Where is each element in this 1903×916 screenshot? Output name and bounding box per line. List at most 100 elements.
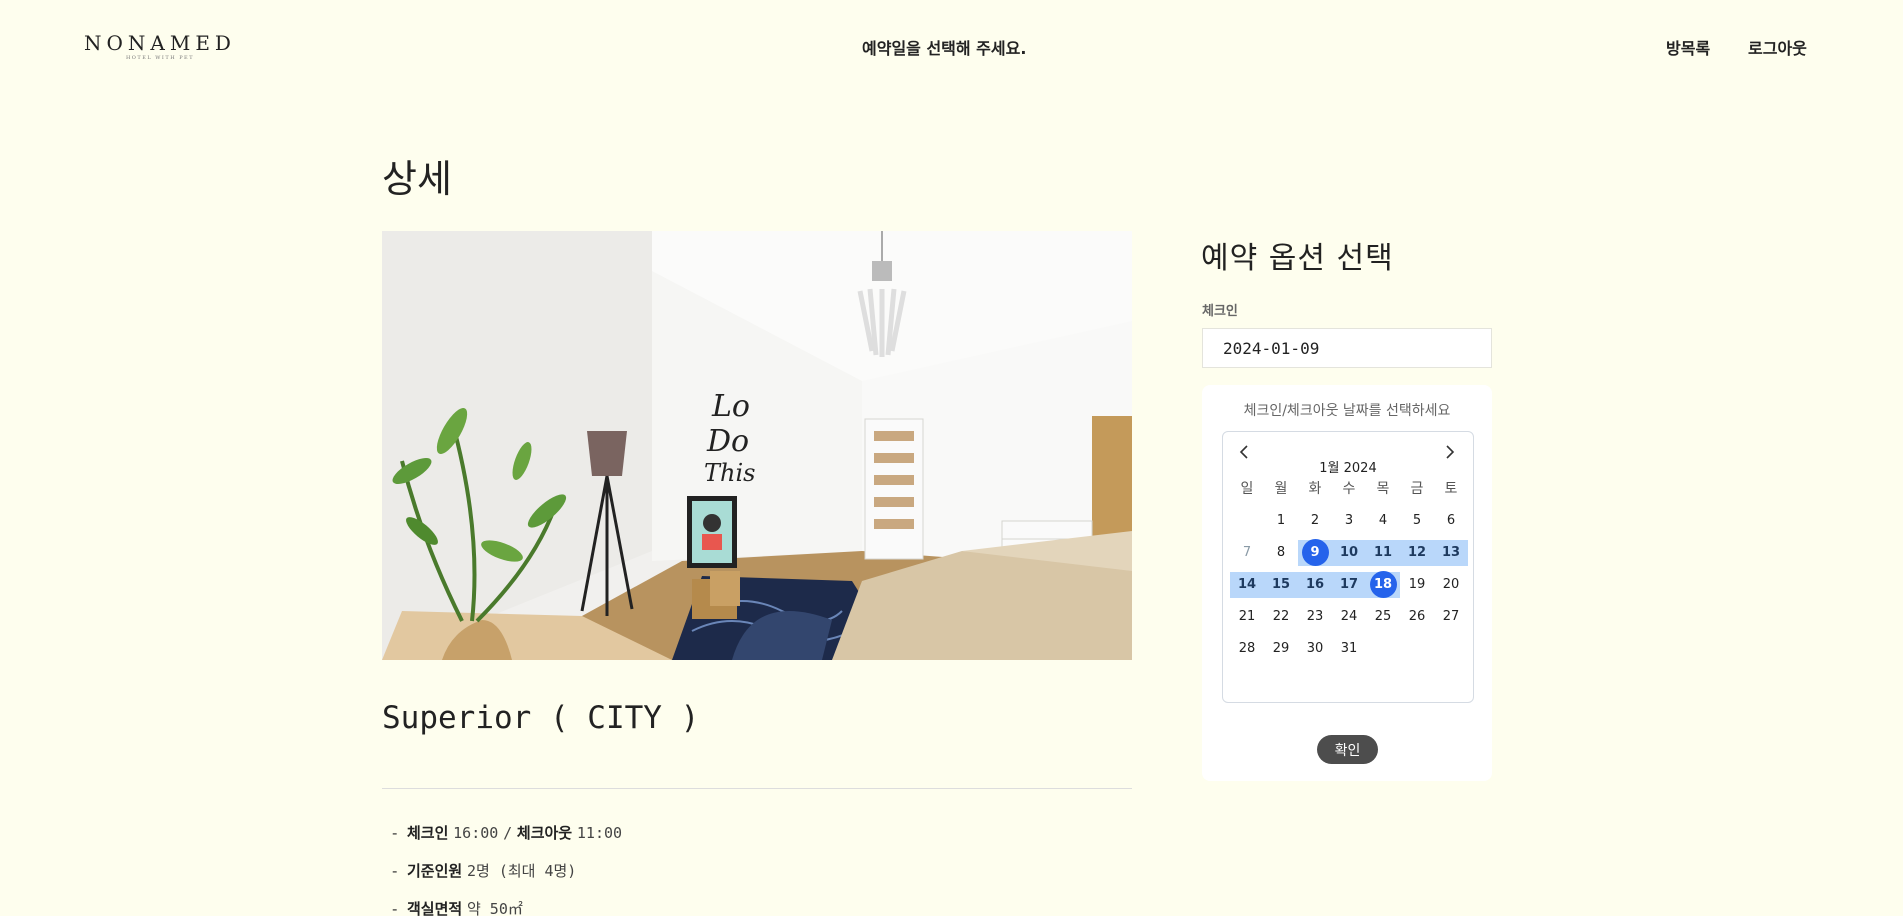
calendar-day[interactable]: 15: [1264, 572, 1298, 598]
calendar-day[interactable]: 9: [1298, 539, 1332, 566]
calendar-day-number: 8: [1276, 545, 1286, 560]
calendar-day[interactable]: 3: [1332, 508, 1366, 534]
page-title: 상세: [382, 157, 452, 201]
confirm-button[interactable]: 확인: [1317, 735, 1378, 764]
info-value-checkin: 16:00: [453, 824, 499, 842]
calendar-day[interactable]: 12: [1400, 540, 1434, 566]
calendar-day-number: 4: [1378, 513, 1388, 528]
calendar-day-number: 6: [1446, 513, 1456, 528]
calendar-day-number: 24: [1340, 609, 1358, 624]
calendar-day-number: 20: [1442, 577, 1460, 592]
calendar-day-number: 16: [1305, 577, 1325, 592]
calendar-week-row: 21 22 23 24 25 26 27: [1230, 601, 1468, 633]
info-separator: /: [503, 824, 513, 842]
calendar-day-number: 3: [1344, 513, 1354, 528]
calendar-day-number: 31: [1340, 641, 1358, 656]
calendar-weekdays: 일 월 화 수 목 금 토: [1230, 478, 1468, 498]
calendar-day[interactable]: 20: [1434, 572, 1468, 598]
info-bullet: -: [392, 862, 398, 880]
calendar-day[interactable]: 5: [1400, 508, 1434, 534]
calendar-empty-cell: [1366, 636, 1400, 662]
info-value-area: 약 50㎡: [466, 900, 523, 916]
svg-text:Do: Do: [706, 424, 749, 459]
nav-logout-link[interactable]: 로그아웃: [1748, 35, 1807, 59]
calendar-day[interactable]: 29: [1264, 636, 1298, 662]
calendar-empty-cell: [1434, 636, 1468, 662]
checkin-date-input[interactable]: [1202, 328, 1492, 368]
calendar-week-row: 14 15 16 17 18 19 20: [1230, 569, 1468, 601]
chevron-right-icon[interactable]: [1439, 442, 1459, 462]
calendar-day[interactable]: 8: [1264, 540, 1298, 566]
calendar-day-number: 18: [1373, 577, 1393, 592]
calendar-day-number: 14: [1237, 577, 1257, 592]
info-bullet: -: [392, 900, 398, 916]
calendar-day-number: 19: [1408, 577, 1426, 592]
info-label-capacity: 기준인원: [406, 862, 463, 880]
calendar-day-number: 5: [1412, 513, 1422, 528]
svg-text:Lo: Lo: [711, 389, 750, 424]
calendar-empty-cell: [1230, 508, 1264, 534]
room-info-list: - 체크인 16:00 / 체크아웃 11:00 - 기준인원 2명 (최대 4…: [392, 823, 622, 916]
calendar-day[interactable]: 19: [1400, 572, 1434, 598]
calendar-day[interactable]: 4: [1366, 508, 1400, 534]
calendar-day[interactable]: 22: [1264, 604, 1298, 630]
section-divider: [382, 788, 1132, 789]
info-value-checkout: 11:00: [576, 824, 623, 842]
calendar-card: 체크인/체크아웃 날짜를 선택하세요 1월 2024 일 월 화 수 목 금 토…: [1202, 385, 1492, 781]
calendar-day[interactable]: 30: [1298, 636, 1332, 662]
calendar-day[interactable]: 26: [1400, 604, 1434, 630]
calendar-day[interactable]: 23: [1298, 604, 1332, 630]
calendar-day[interactable]: 17: [1332, 572, 1366, 598]
header-message: 예약일을 선택해 주세요.: [862, 39, 1027, 58]
calendar-day[interactable]: 27: [1434, 604, 1468, 630]
calendar-day-number: 26: [1408, 609, 1426, 624]
calendar-day[interactable]: 1: [1264, 508, 1298, 534]
calendar-day[interactable]: 25: [1366, 604, 1400, 630]
info-row-capacity: - 기준인원 2명 (최대 4명): [392, 861, 622, 899]
weekday-label: 금: [1410, 481, 1424, 497]
calendar-day-number: 25: [1374, 609, 1392, 624]
svg-text:This: This: [704, 459, 755, 487]
calendar-day[interactable]: 31: [1332, 636, 1366, 662]
calendar-week-row: 1 2 3 4 5 6: [1230, 505, 1468, 537]
logo-sub-text: HOTEL WITH PET: [125, 55, 195, 61]
calendar-day-number: 2: [1310, 513, 1320, 528]
calendar: 1월 2024 일 월 화 수 목 금 토 1 2 3 4 5 6 7 8 9 10 11 12 13 1…: [1222, 431, 1474, 703]
info-label-area: 객실면적: [406, 900, 463, 916]
calendar-day-number: 10: [1339, 545, 1359, 560]
calendar-day[interactable]: 13: [1434, 540, 1468, 566]
weekday-label: 목: [1376, 481, 1390, 497]
calendar-day[interactable]: 16: [1298, 572, 1332, 598]
calendar-day-number: 15: [1271, 577, 1291, 592]
calendar-month-label: 1월 2024: [1319, 461, 1377, 476]
calendar-day[interactable]: 11: [1366, 540, 1400, 566]
calendar-day[interactable]: 18: [1366, 571, 1400, 598]
room-name: Superior ( CITY ): [382, 700, 700, 736]
calendar-day-number: 7: [1242, 545, 1252, 560]
checkin-label: 체크인: [1202, 304, 1238, 319]
calendar-week-row: 28 29 30 31: [1230, 633, 1468, 665]
calendar-day[interactable]: 2: [1298, 508, 1332, 534]
calendar-day-number: 30: [1306, 641, 1324, 656]
info-value-capacity: 2명 (최대 4명): [466, 862, 577, 880]
calendar-day-number: 28: [1238, 641, 1256, 656]
booking-options-title: 예약 옵션 선택: [1201, 241, 1394, 276]
calendar-day-number: 21: [1238, 609, 1256, 624]
calendar-day[interactable]: 21: [1230, 604, 1264, 630]
weekday-label: 화: [1308, 481, 1322, 497]
calendar-day[interactable]: 10: [1332, 540, 1366, 566]
info-label-checkout: 체크아웃: [516, 824, 573, 842]
info-row-checkin-checkout: - 체크인 16:00 / 체크아웃 11:00: [392, 823, 622, 861]
brand-logo[interactable]: NONAMED HOTEL WITH PET: [84, 32, 236, 62]
calendar-day-number: 17: [1339, 577, 1359, 592]
calendar-day-number: 9: [1310, 545, 1320, 560]
calendar-day[interactable]: 6: [1434, 508, 1468, 534]
calendar-day-number: 29: [1272, 641, 1290, 656]
calendar-day[interactable]: 28: [1230, 636, 1264, 662]
calendar-day[interactable]: 24: [1332, 604, 1366, 630]
calendar-day-number: 12: [1407, 545, 1427, 560]
calendar-day[interactable]: 14: [1230, 572, 1264, 598]
calendar-day-number: 13: [1441, 545, 1461, 560]
weekday-label: 수: [1342, 481, 1356, 497]
nav-room-list-link[interactable]: 방목록: [1666, 35, 1710, 59]
